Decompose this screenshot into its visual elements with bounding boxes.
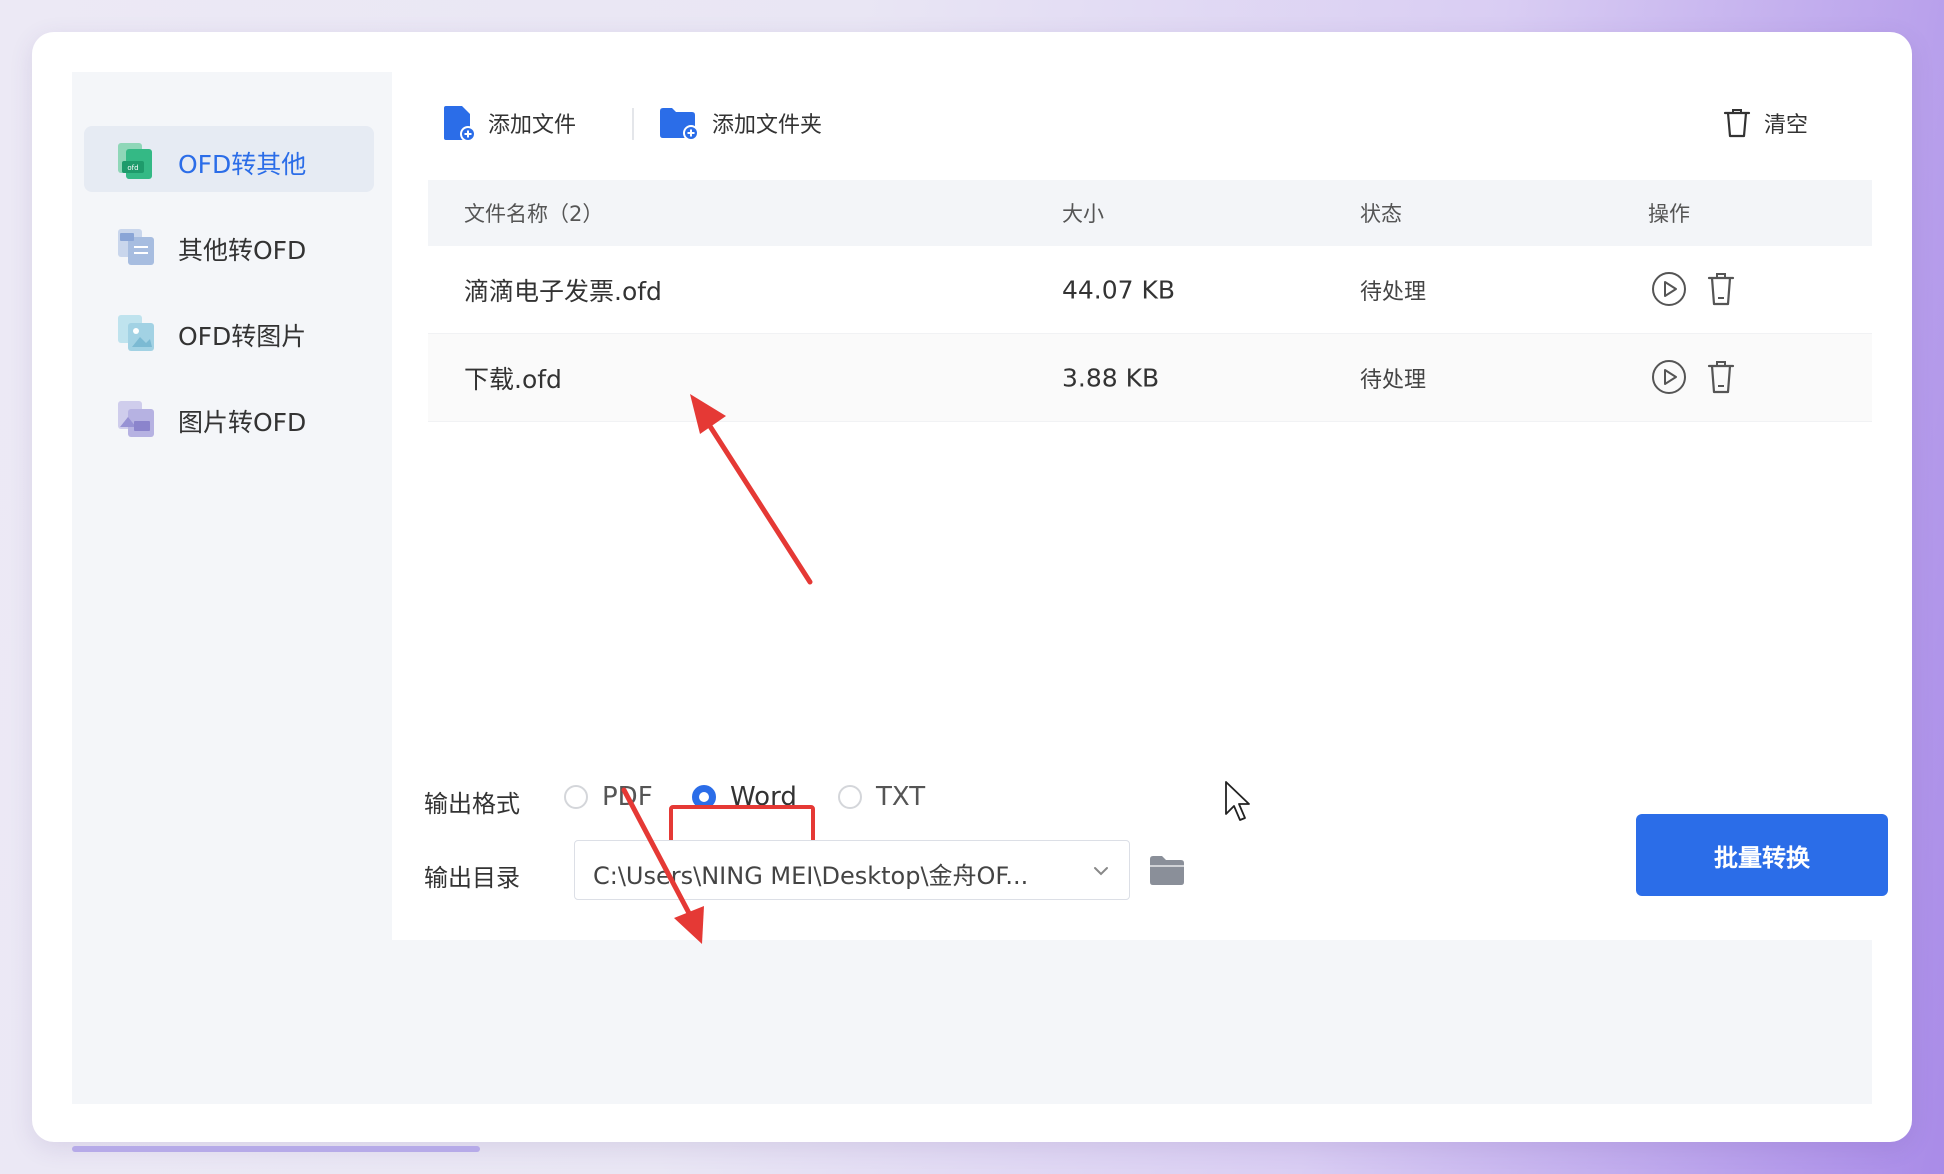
file-name: 滴滴电子发票.ofd — [464, 276, 662, 306]
sidebar-item-label: 其他转OFD — [178, 236, 307, 265]
toolbar-divider — [632, 108, 634, 140]
radio-label: PDF — [602, 782, 653, 812]
table-row[interactable]: 下载.ofd 3.88 KB 待处理 — [428, 334, 1872, 422]
delete-icon[interactable] — [1702, 358, 1740, 396]
ofd-to-image-icon — [118, 315, 154, 351]
play-convert-icon[interactable] — [1650, 270, 1688, 308]
format-radio-word[interactable]: Word — [692, 782, 797, 812]
radio-label: TXT — [876, 782, 926, 812]
browse-folder-icon[interactable] — [1148, 854, 1186, 886]
file-size: 3.88 KB — [1062, 363, 1160, 392]
radio-circle — [838, 785, 862, 809]
file-status: 待处理 — [1360, 367, 1427, 393]
toolbar: 添加文件 添加文件夹 清空 — [392, 72, 1872, 172]
clear-button[interactable]: 清空 — [1722, 102, 1808, 144]
other-to-ofd-icon — [118, 229, 154, 265]
add-folder-icon — [660, 108, 699, 141]
image-to-ofd-icon — [118, 401, 154, 437]
sidebar-item-label: OFD转其他 — [178, 150, 307, 179]
radio-label: Word — [730, 782, 797, 812]
sidebar: ofd OFD转其他 其他转OFD OFD转图片 图片转OFD — [72, 72, 392, 1104]
add-file-label: 添加文件 — [488, 113, 577, 138]
row-actions — [1650, 270, 1750, 310]
header-size: 大小 — [1062, 202, 1104, 226]
delete-icon[interactable] — [1702, 270, 1740, 308]
output-dir-label: 输出目录 — [424, 864, 520, 892]
output-format-label: 输出格式 — [424, 790, 520, 818]
app-content: ofd OFD转其他 其他转OFD OFD转图片 图片转OFD 添加文件 添加文… — [72, 72, 1888, 1104]
sidebar-item-other-to-ofd[interactable]: 其他转OFD — [84, 212, 374, 278]
add-file-button[interactable]: 添加文件 — [442, 102, 576, 144]
sidebar-item-ofd-to-image[interactable]: OFD转图片 — [84, 298, 374, 364]
chevron-down-icon — [1094, 867, 1108, 876]
output-dir-value: C:\Users\NING MEI\Desktop\金舟OF... — [593, 862, 1029, 890]
header-status: 状态 — [1360, 202, 1402, 226]
clear-label: 清空 — [1764, 113, 1809, 138]
header-ops: 操作 — [1648, 202, 1690, 226]
app-window: ofd OFD转其他 其他转OFD OFD转图片 图片转OFD 添加文件 添加文… — [32, 32, 1912, 1142]
trash-icon — [1723, 109, 1751, 138]
sidebar-item-label: 图片转OFD — [178, 408, 307, 437]
header-name: 文件名称（2） — [464, 202, 604, 226]
format-radio-pdf[interactable]: PDF — [564, 782, 653, 812]
add-folder-button[interactable]: 添加文件夹 — [658, 102, 822, 144]
file-table: 文件名称（2） 大小 状态 操作 滴滴电子发票.ofd 44.07 KB 待处理 — [428, 180, 1872, 422]
add-folder-label: 添加文件夹 — [712, 113, 823, 138]
row-actions — [1650, 358, 1750, 398]
batch-convert-label: 批量转换 — [1714, 843, 1810, 872]
sidebar-item-label: OFD转图片 — [178, 322, 307, 351]
ofd-to-other-icon: ofd — [118, 143, 152, 179]
file-status: 待处理 — [1360, 279, 1427, 305]
file-name: 下载.ofd — [464, 364, 562, 394]
radio-circle — [564, 785, 588, 809]
format-radio-txt[interactable]: TXT — [838, 782, 925, 812]
batch-convert-button[interactable]: 批量转换 — [1636, 814, 1888, 896]
play-convert-icon[interactable] — [1650, 358, 1688, 396]
sidebar-item-ofd-to-other[interactable]: ofd OFD转其他 — [84, 126, 374, 192]
file-size: 44.07 KB — [1062, 275, 1176, 304]
radio-circle — [692, 785, 716, 809]
svg-text:ofd: ofd — [127, 164, 138, 172]
output-dir-select[interactable]: C:\Users\NING MEI\Desktop\金舟OF... — [574, 840, 1130, 900]
table-header: 文件名称（2） 大小 状态 操作 — [428, 180, 1872, 246]
horizontal-scrollbar[interactable] — [72, 1146, 480, 1152]
table-row[interactable]: 滴滴电子发票.ofd 44.07 KB 待处理 — [428, 246, 1872, 334]
sidebar-item-image-to-ofd[interactable]: 图片转OFD — [84, 384, 374, 450]
add-file-icon — [444, 106, 476, 142]
